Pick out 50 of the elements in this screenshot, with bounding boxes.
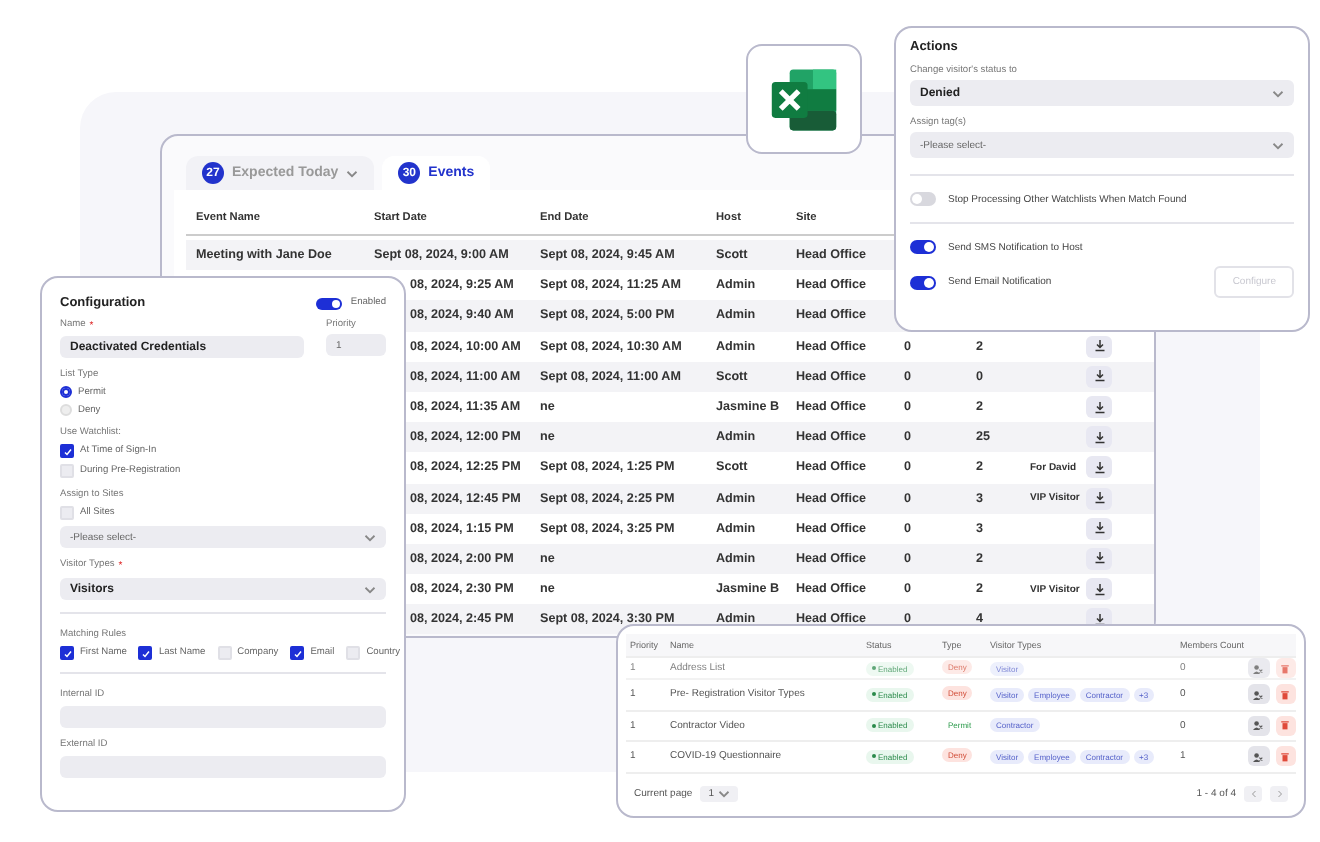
toggle-switch[interactable]: [910, 275, 936, 289]
download-button[interactable]: [1086, 487, 1112, 510]
chevron-icon: [717, 790, 730, 798]
chevron-icon: [1272, 141, 1284, 149]
members-button[interactable]: [1248, 684, 1269, 705]
chevron-icon: [1272, 89, 1284, 97]
trash-icon: [1280, 720, 1291, 731]
user-icon: [1252, 751, 1265, 762]
members-button[interactable]: [1248, 715, 1269, 736]
members-button[interactable]: [1248, 746, 1269, 767]
delete-button[interactable]: [1275, 715, 1296, 736]
download-button[interactable]: [1086, 547, 1112, 570]
user-icon: [1252, 663, 1265, 673]
download-icon: [1093, 401, 1105, 414]
checkbox[interactable]: [60, 646, 74, 660]
trash-icon: [1280, 751, 1291, 762]
download-icon: [1093, 552, 1105, 565]
toggle-switch[interactable]: [910, 240, 936, 254]
download-button[interactable]: [1086, 335, 1112, 358]
radio-button[interactable]: [60, 386, 72, 398]
delete-button[interactable]: [1275, 746, 1296, 767]
download-button[interactable]: [1086, 517, 1112, 540]
download-button[interactable]: [1086, 578, 1112, 601]
download-icon: [1093, 492, 1105, 505]
download-button[interactable]: [1086, 365, 1112, 388]
user-icon: [1252, 720, 1265, 731]
download-button[interactable]: [1086, 396, 1112, 419]
download-icon: [1093, 370, 1105, 383]
user-icon: [1252, 689, 1265, 700]
download-icon: [1093, 340, 1105, 353]
chevron-right-icon: [1275, 790, 1283, 798]
checkbox[interactable]: [290, 646, 305, 660]
checkbox[interactable]: [138, 646, 153, 660]
chevron-left-icon: [1249, 790, 1257, 798]
download-icon: [1093, 461, 1105, 474]
trash-icon: [1280, 689, 1291, 700]
download-icon: [1093, 583, 1105, 596]
members-button[interactable]: [1248, 658, 1269, 678]
download-icon: [1093, 431, 1105, 444]
delete-button[interactable]: [1275, 684, 1296, 705]
toggle-switch[interactable]: [910, 192, 936, 206]
spreadsheet-icon: [766, 65, 842, 133]
download-icon: [1093, 522, 1105, 535]
toggle-switch[interactable]: [316, 297, 343, 309]
chevron-icon: [364, 533, 376, 541]
trash-icon: [1280, 663, 1291, 673]
chevron-icon: [364, 585, 376, 593]
checkbox[interactable]: [60, 444, 74, 458]
download-button[interactable]: [1086, 426, 1112, 449]
download-button[interactable]: [1086, 456, 1112, 479]
